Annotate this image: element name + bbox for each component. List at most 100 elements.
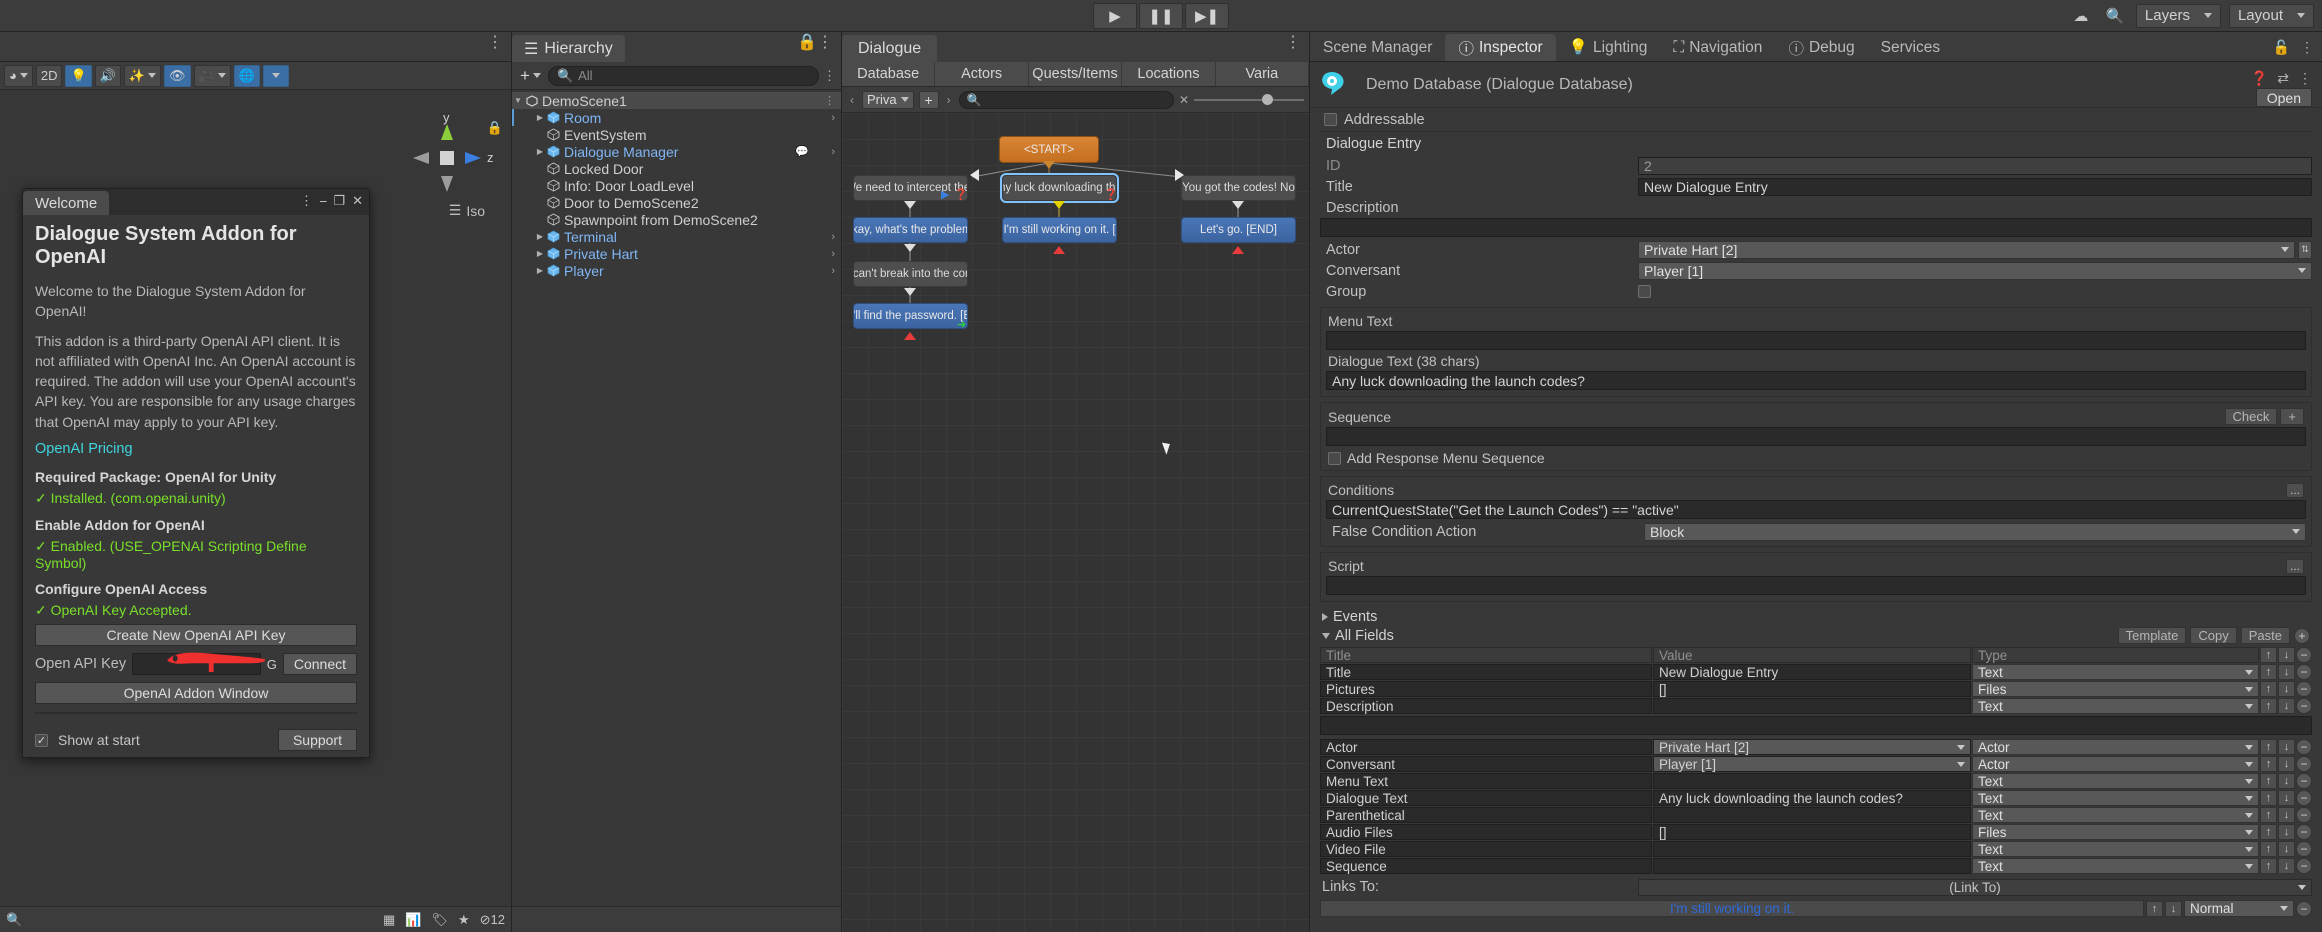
hierarchy-item-info-door-loadlevel[interactable]: Info: Door LoadLevel (512, 177, 841, 194)
hierarchy-options-icon[interactable]: ⋮ (823, 68, 836, 84)
field-title-cell[interactable]: Audio Files (1320, 824, 1652, 840)
row-move-up-button[interactable]: ↑ (2260, 681, 2277, 697)
field-title-cell[interactable]: Pictures (1320, 681, 1652, 697)
expand-arrow-icon[interactable]: ▶ (534, 232, 546, 241)
group-checkbox[interactable] (1638, 285, 1651, 298)
row-remove-button[interactable]: − (2296, 698, 2312, 714)
prev-conversation-icon[interactable]: ‹ (847, 93, 857, 107)
field-value-cell[interactable]: New Dialogue Entry (1653, 664, 1971, 680)
link-move-up-button[interactable]: ↑ (2146, 900, 2163, 917)
maximize-icon[interactable]: ❐ (333, 193, 345, 209)
field-title-cell[interactable]: Description (1320, 698, 1652, 714)
title-field[interactable]: New Dialogue Entry (1638, 177, 2312, 196)
field-value-cell[interactable] (1653, 858, 1971, 874)
prefab-open-icon[interactable]: › (831, 146, 835, 158)
tab-services[interactable]: Services (1867, 34, 1954, 61)
tab-debug[interactable]: ⓘ Debug (1775, 34, 1868, 61)
row-move-down-button[interactable]: ↓ (2278, 773, 2295, 789)
show-at-start-checkbox[interactable]: ✓ (35, 733, 48, 747)
play-button[interactable]: ▶ (1093, 2, 1137, 29)
row-move-down-button[interactable]: ↓ (2278, 698, 2295, 714)
links-to-dropdown[interactable]: (Link To) (1638, 878, 2312, 896)
field-title-cell[interactable]: Video File (1320, 841, 1652, 857)
field-title-cell[interactable]: Conversant (1320, 756, 1652, 772)
field-value-cell[interactable]: [] (1653, 681, 1971, 697)
collapse-arrow-icon[interactable]: ▼ (512, 96, 524, 105)
row-remove-button[interactable]: − (2296, 773, 2312, 789)
row-move-down-button[interactable]: ↓ (2278, 681, 2295, 697)
welcome-window[interactable]: Welcome ⋮ ⎯ ❐ ✕ Dialogue System Addon fo… (22, 188, 370, 758)
link-remove-button[interactable]: − (2296, 900, 2312, 917)
open-button[interactable]: Open (2255, 88, 2312, 107)
field-value-cell[interactable] (1653, 698, 1971, 714)
sequence-add-button[interactable]: + (2280, 408, 2304, 425)
row-remove-button[interactable]: − (2296, 841, 2312, 857)
dialogue-node-n2[interactable]: Any luck downloading the l (1002, 175, 1117, 201)
dialogue-subtab-quests-items[interactable]: Quests/Items (1028, 62, 1123, 86)
field-type-cell[interactable]: Actor (1972, 739, 2259, 755)
scene-orientation-gizmo[interactable]: y z (407, 110, 494, 198)
row-remove-button[interactable]: − (2296, 664, 2312, 680)
field-title-cell[interactable]: Title (1320, 664, 1652, 680)
hierarchy-item-room[interactable]: ▶ Room › (512, 109, 841, 126)
field-value-cell[interactable]: Private Hart [2] (1653, 739, 1971, 755)
move-up-button[interactable]: ↑ (2260, 647, 2277, 663)
chart-icon[interactable]: 📊 (405, 912, 421, 928)
all-fields-foldout[interactable]: All Fields Template Copy Paste + (1320, 626, 2312, 645)
row-remove-button[interactable]: − (2296, 790, 2312, 806)
search-icon[interactable]: 🔍 (2102, 4, 2128, 28)
layers-dropdown[interactable]: Layers (2135, 3, 2221, 28)
field-type-cell[interactable]: Text (1972, 698, 2259, 714)
layout-dropdown[interactable]: Layout (2228, 3, 2314, 28)
description-extra-field[interactable] (1320, 716, 2312, 735)
menu-text-field[interactable] (1326, 331, 2306, 350)
false-condition-dropdown[interactable]: Block (1644, 522, 2306, 541)
tab-navigation[interactable]: ⛶ Navigation (1660, 34, 1776, 61)
projection-mode-label[interactable]: ☰ Iso (449, 202, 485, 219)
expand-arrow-icon[interactable]: ▶ (534, 249, 546, 258)
row-move-up-button[interactable]: ↑ (2260, 824, 2277, 840)
cloud-icon[interactable]: ☁ (2068, 4, 2094, 28)
create-new-api-key-button[interactable]: Create New OpenAI API Key (35, 624, 357, 647)
field-title-cell[interactable]: Parenthetical (1320, 807, 1652, 823)
remove-field-button[interactable]: − (2296, 647, 2312, 663)
row-remove-button[interactable]: − (2296, 858, 2312, 874)
field-title-cell[interactable]: Actor (1320, 739, 1652, 755)
prefab-open-icon[interactable]: › (831, 231, 835, 243)
addressable-checkbox[interactable] (1324, 113, 1337, 126)
field-type-cell[interactable]: Text (1972, 790, 2259, 806)
expand-arrow-icon[interactable]: ▶ (534, 147, 546, 156)
field-type-cell[interactable]: Actor (1972, 756, 2259, 772)
close-icon[interactable]: ✕ (352, 193, 363, 209)
pause-button[interactable]: ❚❚ (1139, 2, 1183, 29)
field-value-cell[interactable] (1653, 841, 1971, 857)
dialogue-node-canvas[interactable]: <START> We need to intercept the l Any luc… (842, 113, 1309, 932)
search-icon[interactable]: 🔍 (6, 912, 22, 928)
hidden-eye-icon[interactable]: 👁 (164, 64, 191, 87)
preset-icon[interactable]: ⇄ (2277, 70, 2289, 87)
field-title-cell[interactable]: Sequence (1320, 858, 1652, 874)
lock-icon[interactable]: 🔓 (2273, 39, 2290, 56)
camera-icon[interactable]: 🎥 (193, 64, 231, 87)
expand-arrow-icon[interactable]: ▶ (534, 266, 546, 275)
field-title-cell[interactable]: Menu Text (1320, 773, 1652, 789)
add-gameobject-button[interactable]: + (517, 65, 544, 86)
minimize-icon[interactable]: ⎯ (320, 193, 327, 209)
add-response-menu-checkbox[interactable] (1328, 451, 1341, 465)
hierarchy-item-door-to-demoscene2[interactable]: Door to DemoScene2 (512, 194, 841, 211)
help-icon[interactable]: ❓ (2251, 70, 2268, 87)
copy-button[interactable]: Copy (2190, 627, 2237, 644)
scene-lock-icon[interactable]: 🔒 (487, 120, 503, 136)
hierarchy-item-private-hart[interactable]: ▶ Private Hart › (512, 245, 841, 262)
hierarchy-item-eventsystem[interactable]: EventSystem (512, 126, 841, 143)
row-move-down-button[interactable]: ↓ (2278, 841, 2295, 857)
add-conversation-button[interactable]: + (918, 90, 939, 109)
description-field[interactable] (1320, 218, 2312, 237)
dialogue-node-n3[interactable]: You got the codes! No (1181, 175, 1296, 201)
dialogue-node-start[interactable]: <START> (999, 136, 1099, 163)
row-move-up-button[interactable]: ↑ (2260, 841, 2277, 857)
row-move-down-button[interactable]: ↓ (2278, 756, 2295, 772)
dialogue-node-n1[interactable]: We need to intercept the l (853, 175, 968, 201)
hierarchy-item-terminal[interactable]: ▶ Terminal › (512, 228, 841, 245)
link-priority-dropdown[interactable]: Normal (2184, 900, 2294, 917)
